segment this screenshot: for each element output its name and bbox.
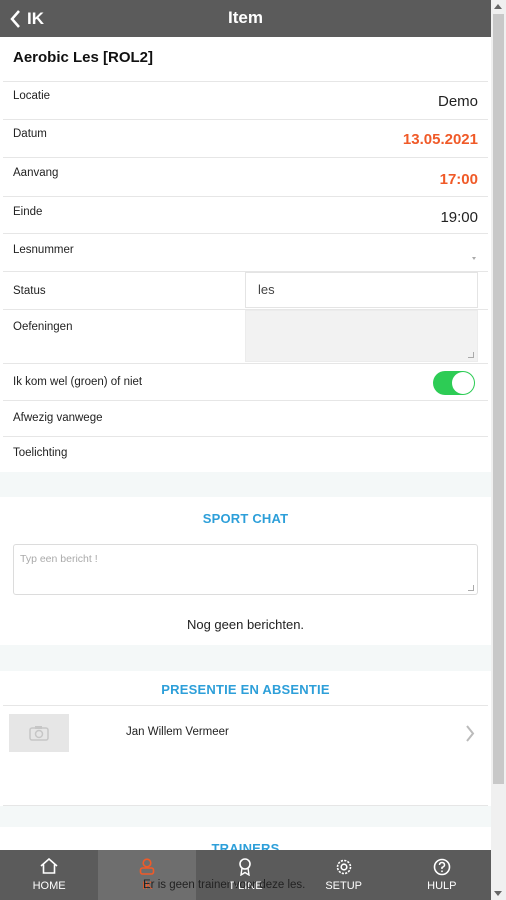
chevron-right-icon: [466, 725, 475, 742]
nav-setup-label: SETUP: [325, 880, 362, 892]
oefeningen-label: Oefeningen: [13, 321, 73, 333]
divider: [3, 705, 488, 706]
toelichting-label: Toelichting: [13, 447, 68, 459]
locatie-value: Demo: [437, 93, 478, 110]
chat-message-input[interactable]: Typ een bericht !: [13, 544, 478, 595]
trophy-icon: [239, 858, 252, 876]
top-bar: IK Item: [0, 0, 491, 37]
status-field[interactable]: les: [245, 272, 478, 308]
section-divider: [0, 472, 491, 497]
section-divider: [0, 806, 491, 827]
item-content: Aerobic Les [ROL2] Locatie Demo Datum 13…: [0, 37, 491, 850]
help-icon: [433, 858, 451, 876]
resize-handle-icon[interactable]: [468, 352, 474, 358]
datum-value: 13.05.2021: [402, 131, 478, 148]
oefeningen-textarea[interactable]: [245, 310, 478, 362]
einde-label: Einde: [13, 206, 43, 218]
attendance-label: Ik kom wel (groen) of niet: [13, 376, 143, 388]
avatar: [9, 714, 69, 752]
row-toelichting[interactable]: Toelichting: [3, 436, 488, 472]
chat-placeholder: Typ een bericht !: [20, 553, 98, 565]
scrollbar-thumb[interactable]: [493, 14, 504, 784]
aanvang-value: 17:00: [439, 171, 478, 188]
gear-icon: [336, 859, 351, 875]
nav-hulp[interactable]: HULP: [393, 850, 491, 900]
row-attendance: Ik kom wel (groen) of niet: [3, 363, 488, 400]
einde-value: 19:00: [440, 209, 478, 226]
trainers-title: TRAINERS: [211, 841, 280, 850]
page-title: Item: [228, 8, 263, 27]
afwezig-label: Afwezig vanwege: [13, 412, 103, 424]
camera-icon: [29, 726, 49, 741]
nav-tline-label: T-LINE: [228, 880, 263, 892]
scroll-up-arrow[interactable]: [494, 4, 502, 9]
status-label: Status: [13, 285, 46, 297]
locatie-label: Locatie: [13, 90, 51, 102]
chat-empty-message: Nog geen berichten.: [186, 617, 305, 632]
toggle-knob: [452, 372, 474, 394]
row-einde[interactable]: Einde 19:00: [3, 196, 488, 233]
scrollbar[interactable]: [491, 0, 506, 900]
nav-home-label: HOME: [32, 880, 66, 892]
lesnummer-label: Lesnummer: [13, 244, 74, 256]
nav-setup[interactable]: SETUP: [295, 850, 393, 900]
row-datum[interactable]: Datum 13.05.2021: [3, 119, 488, 157]
resize-handle-icon[interactable]: [468, 585, 474, 591]
scroll-down-arrow[interactable]: [494, 891, 502, 896]
person-name: Jan Willem Vermeer: [126, 726, 229, 738]
nav-home[interactable]: HOME: [0, 850, 98, 900]
row-aanvang[interactable]: Aanvang 17:00: [3, 157, 488, 196]
attendance-toggle[interactable]: [433, 371, 475, 395]
person-row[interactable]: Jan Willem Vermeer: [0, 714, 491, 754]
nav-tline[interactable]: T-LINE: [196, 850, 294, 900]
dropdown-caret-icon: [472, 257, 476, 260]
nav-ik-label: IK: [142, 880, 153, 892]
row-locatie: Locatie Demo: [3, 81, 488, 119]
nav-hulp-label: HULP: [427, 880, 457, 892]
bottom-nav: HOME IK T-LINE SETUP HULP: [0, 850, 491, 900]
row-lesnummer[interactable]: Lesnummer: [3, 233, 488, 271]
presence-title: PRESENTIE EN ABSENTIE: [161, 682, 330, 697]
section-divider: [0, 645, 491, 671]
row-afwezig[interactable]: Afwezig vanwege: [3, 400, 488, 436]
sport-chat-title: SPORT CHAT: [202, 511, 289, 526]
user-icon: [139, 858, 155, 875]
item-title: Aerobic Les [ROL2]: [13, 49, 154, 66]
datum-label: Datum: [13, 128, 47, 140]
aanvang-label: Aanvang: [13, 167, 59, 179]
nav-ik[interactable]: IK: [98, 850, 197, 900]
home-icon: [40, 858, 58, 874]
